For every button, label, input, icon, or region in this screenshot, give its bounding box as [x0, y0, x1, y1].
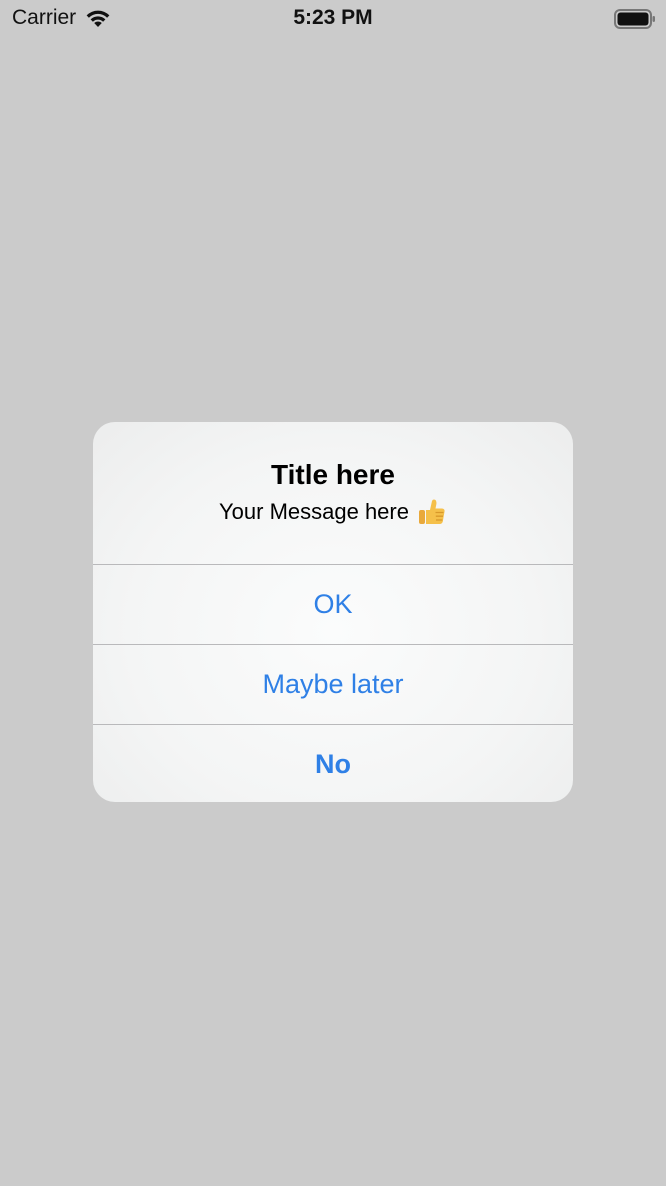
maybe-later-button[interactable]: Maybe later [93, 644, 573, 724]
alert-message: Your Message here [93, 496, 573, 528]
battery-icon [614, 9, 655, 29]
alert-title: Title here [271, 459, 395, 490]
alert-message-text: Your Message here [219, 499, 409, 524]
alert-header: Title here Your Message here [93, 422, 573, 564]
ok-button[interactable]: OK [93, 564, 573, 644]
alert-dialog: Title here Your Message here OK Maybe la… [93, 422, 573, 802]
no-button[interactable]: No [93, 724, 573, 802]
thumbs-up-icon [418, 499, 445, 524]
status-bar: Carrier 5:23 PM [0, 0, 666, 40]
status-time: 5:23 PM [293, 6, 373, 29]
